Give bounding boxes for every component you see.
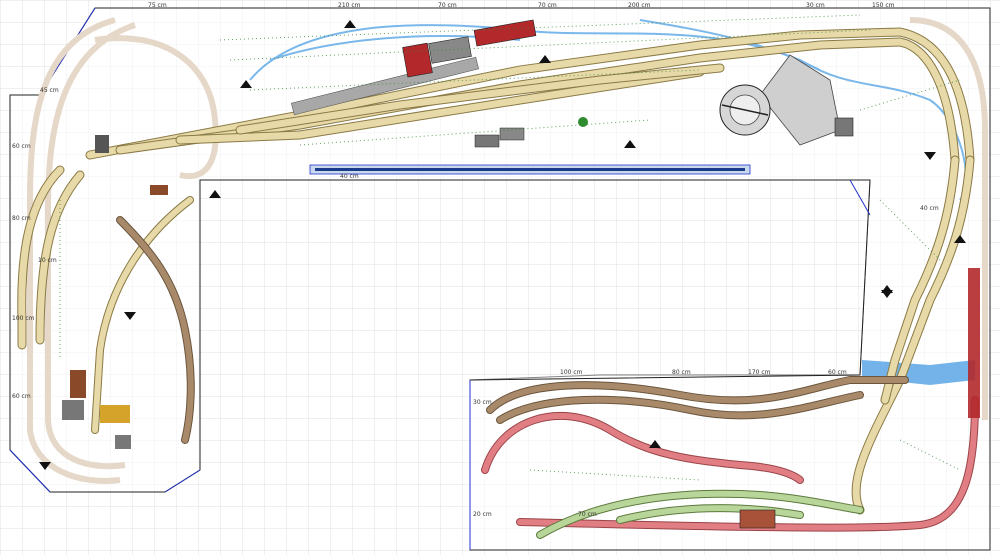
dim-left-60b: 60 cm (12, 393, 31, 400)
platform-lower-inner (315, 168, 745, 171)
dim-left-60: 60 cm (12, 143, 31, 150)
dim-top-150: 150 cm (872, 2, 895, 9)
dim-top-75: 75 cm (148, 2, 167, 9)
dim-left-45: 45 cm (40, 87, 59, 94)
dim-top-30: 30 cm (806, 2, 825, 9)
layout-plan: 75 cm 210 cm 70 cm 70 cm 200 cm 30 cm 15… (0, 0, 1000, 555)
dim-right-40: 40 cm (920, 205, 939, 212)
dim-lower-80: 80 cm (672, 369, 691, 376)
dim-top-70a: 70 cm (438, 2, 457, 9)
dim-lower-100: 100 cm (560, 369, 583, 376)
dim-platform-40: 40 cm (340, 173, 359, 180)
platform-right (968, 268, 980, 418)
dim-lower-20: 20 cm (473, 511, 492, 518)
dim-left-100: 100 cm (12, 315, 35, 322)
small-shed-right (834, 117, 854, 137)
small-shed-center (474, 134, 500, 148)
dim-lower-70: 70 cm (578, 511, 597, 518)
dim-top-200: 200 cm (628, 2, 651, 9)
goods-shed (739, 509, 776, 529)
dim-top-210: 210 cm (338, 2, 361, 9)
dim-lower-60: 60 cm (828, 369, 847, 376)
station-building-main (402, 42, 433, 78)
dim-left-10: 10 cm (38, 257, 57, 264)
dim-lower-170: 170 cm (748, 369, 771, 376)
dim-left-80: 80 cm (12, 215, 31, 222)
dim-lower-30: 30 cm (473, 399, 492, 406)
dim-top-70b: 70 cm (538, 2, 557, 9)
